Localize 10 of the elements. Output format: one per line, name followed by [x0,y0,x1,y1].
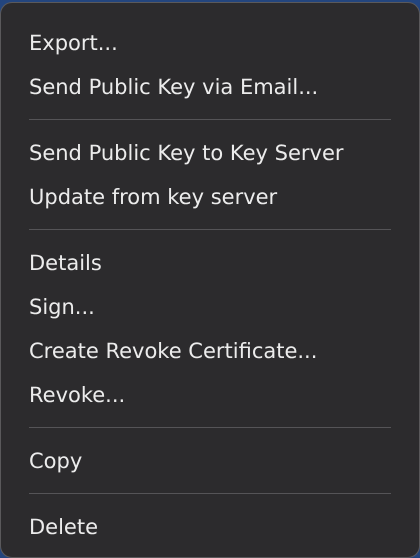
menu-item[interactable]: Send Public Key to Key Server [1,131,419,175]
menu-item[interactable]: Details [1,241,419,285]
menu-item[interactable]: Create Revoke Certificate... [1,329,419,373]
menu-item[interactable]: Delete [1,505,419,549]
menu-item[interactable]: Revoke... [1,373,419,417]
menu-item[interactable]: Sign... [1,285,419,329]
menu-item[interactable]: Copy [1,439,419,483]
menu-item[interactable]: Export... [1,21,419,65]
menu-item[interactable]: Send Public Key via Email... [1,65,419,109]
menu-item[interactable]: Update from key server [1,175,419,219]
